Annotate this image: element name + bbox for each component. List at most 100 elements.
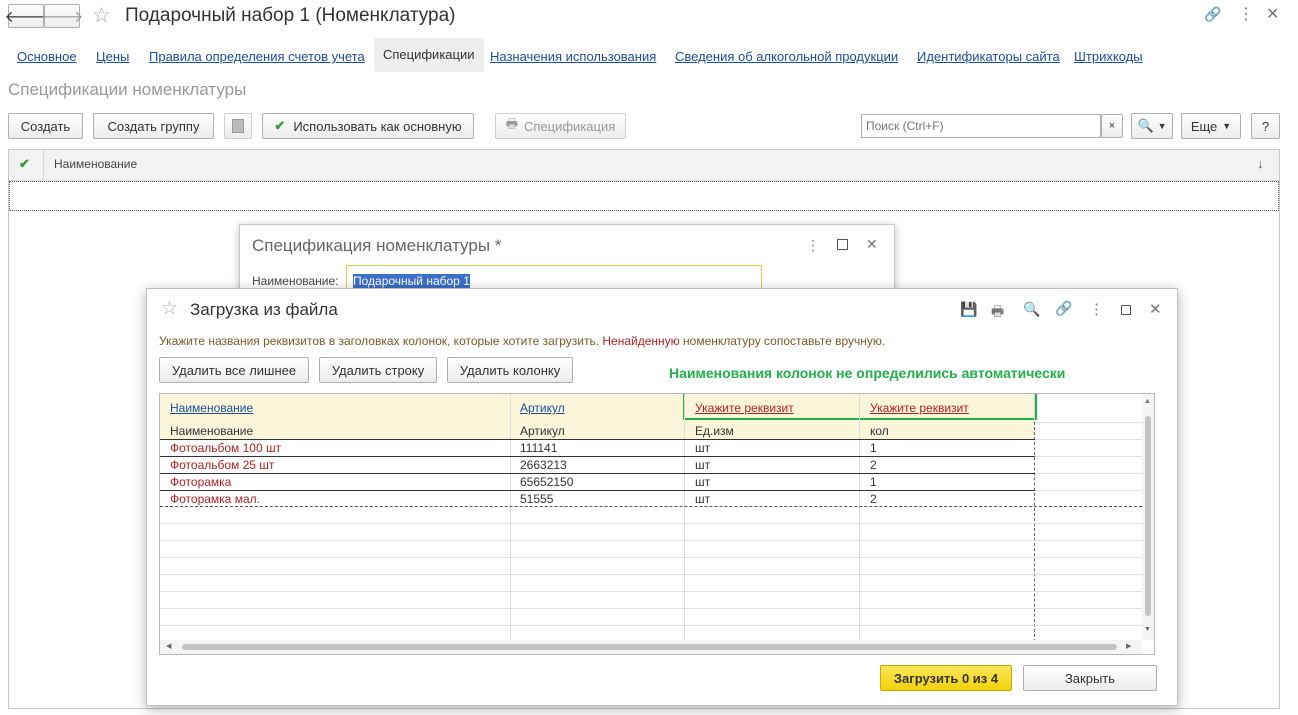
spec-name-label: Наименование: (252, 274, 339, 288)
grid-line (1035, 473, 1142, 474)
cell: Фоторамка (170, 475, 232, 489)
tab-accounting-rules[interactable]: Правила определения счетов учета (149, 44, 365, 70)
tab-barcodes[interactable]: Штрихкоды (1074, 44, 1143, 70)
maximize-icon[interactable] (1121, 305, 1131, 315)
cell: 1 (870, 441, 877, 455)
close-button[interactable]: Закрыть (1023, 665, 1157, 691)
link-icon[interactable]: 🔗 (1204, 6, 1221, 23)
hint-part2: номенклатуру сопоставьте вручную. (683, 334, 886, 348)
cell: 51555 (520, 492, 554, 506)
spec-dialog-title: Спецификация номенклатуры * (252, 236, 502, 255)
link-icon[interactable]: 🔗 (1055, 300, 1072, 317)
use-as-main-label: Использовать как основную (293, 118, 462, 134)
scroll-up-icon[interactable]: ▲ (1144, 398, 1151, 405)
header-divider (43, 150, 44, 180)
header-link-article[interactable]: Артикул (520, 401, 565, 415)
grid-line (160, 625, 1142, 626)
search-input[interactable] (861, 114, 1101, 138)
search-icon: 🔍 (1137, 118, 1154, 133)
cell: 65652150 (520, 475, 574, 489)
printer-icon[interactable]: 🖶 (991, 301, 1004, 325)
check-column-icon[interactable]: ✔ (19, 156, 30, 172)
close-icon[interactable]: ✕ (1266, 4, 1279, 24)
forward-button[interactable]: 🡒 (41, 4, 83, 28)
hint-part1: Укажите названия реквизитов в заголовках… (159, 334, 600, 348)
grid-line (1035, 490, 1142, 491)
empty-row[interactable] (9, 181, 1279, 211)
cell: Фотоальбом 25 шт (170, 458, 275, 472)
table-row[interactable]: Фотоальбом 25 шт 2663213 шт 2 (160, 456, 1035, 474)
load-button[interactable]: Загрузить 0 из 4 (880, 665, 1012, 691)
data-table[interactable]: Наименование Артикул Укажите реквизит Ук… (159, 393, 1155, 655)
more-label: Еще (1190, 118, 1218, 134)
printer-icon: 🖶 (505, 116, 518, 131)
check-icon: ✔ (274, 118, 286, 133)
help-button[interactable]: ? (1251, 113, 1280, 139)
column-name-header[interactable]: Наименование (54, 157, 137, 171)
scroll-thumb[interactable] (1145, 416, 1151, 616)
close-icon[interactable]: ✕ (1149, 300, 1162, 318)
cell: шт (695, 475, 711, 489)
sort-icon[interactable]: ↓ (1257, 156, 1264, 171)
load-dialog: ☆ Загрузка из файла 💾 🖶 🔍 🔗 ⋮ ✕ Укажите … (146, 288, 1178, 706)
grid-line (160, 591, 1142, 592)
tab-usage-purposes[interactable]: Назначения использования (490, 44, 656, 70)
grid-line (1035, 439, 1142, 440)
more-button[interactable]: Еще ▼ (1181, 113, 1241, 139)
save-icon[interactable]: 💾 (960, 301, 977, 318)
copy-button[interactable] (224, 113, 252, 139)
create-button[interactable]: Создать (8, 113, 83, 139)
list-header (9, 150, 1279, 181)
grid-line (160, 557, 1142, 558)
load-dialog-title: Загрузка из файла (190, 300, 338, 319)
tab-main[interactable]: Основное (17, 44, 77, 70)
grid-line (160, 574, 1142, 575)
cell: 1 (870, 475, 877, 489)
cell: 2 (870, 492, 877, 506)
more-vertical-icon[interactable]: ⋮ (806, 237, 820, 254)
more-vertical-icon[interactable]: ⋮ (1089, 300, 1104, 318)
scroll-down-icon[interactable]: ▼ (1144, 626, 1151, 633)
search-clear-button[interactable]: × (1101, 114, 1123, 138)
delete-row-button[interactable]: Удалить строку (319, 357, 437, 383)
cell: шт (695, 492, 711, 506)
more-vertical-icon[interactable]: ⋮ (1238, 4, 1254, 24)
cell: кол (870, 424, 889, 438)
favorite-star-icon[interactable]: ☆ (161, 297, 178, 320)
cell: 2663213 (520, 458, 567, 472)
delete-extra-button[interactable]: Удалить все лишнее (159, 357, 309, 383)
tab-specifications[interactable]: Спецификации (374, 38, 484, 72)
tab-alcohol-info[interactable]: Сведения об алкогольной продукции (675, 44, 898, 70)
window-title: Подарочный набор 1 (Номенклатура) (125, 5, 456, 26)
close-icon[interactable]: ✕ (866, 236, 878, 253)
scroll-left-icon[interactable]: ◀ (166, 642, 171, 650)
table-row[interactable]: Фоторамка мал. 51555 шт 2 (160, 490, 1035, 506)
back-button[interactable]: 🡐 (5, 4, 47, 28)
grid-line (160, 523, 1142, 524)
use-as-main-button[interactable]: ✔ Использовать как основную (262, 113, 474, 139)
preview-icon[interactable]: 🔍 (1023, 301, 1040, 318)
header-link-name[interactable]: Наименование (170, 401, 253, 415)
create-group-button[interactable]: Создать группу (93, 113, 214, 139)
cell: 2 (870, 458, 877, 472)
scroll-right-icon[interactable]: ▶ (1126, 642, 1131, 650)
delete-column-button[interactable]: Удалить колонку (447, 357, 573, 383)
grid-line (1035, 422, 1142, 423)
table-row[interactable]: Фотоальбом 100 шт 111141 шт 1 (160, 439, 1035, 457)
horizontal-scrollbar[interactable]: ◀ ▶ (160, 640, 1142, 654)
maximize-icon[interactable] (837, 239, 848, 250)
grid-line (160, 608, 1142, 609)
vertical-scrollbar[interactable]: ▲ ▼ (1142, 394, 1154, 640)
scroll-thumb-horizontal[interactable] (182, 644, 1117, 650)
tab-prices[interactable]: Цены (96, 44, 129, 70)
search-options-button[interactable]: 🔍 ▼ (1131, 113, 1173, 139)
table-row[interactable]: Наименование Артикул Ед.изм кол (160, 422, 1035, 440)
grid-line (1035, 456, 1142, 457)
table-row[interactable]: Фоторамка 65652150 шт 1 (160, 473, 1035, 491)
section-title: Спецификации номенклатуры (8, 80, 247, 99)
hint-text: Укажите названия реквизитов в заголовках… (159, 334, 885, 348)
tab-site-identifiers[interactable]: Идентификаторы сайта (917, 44, 1060, 70)
highlight-box (683, 394, 1037, 420)
favorite-star-icon[interactable]: ☆ (92, 3, 111, 28)
print-specification-button[interactable]: 🖶 Спецификация (495, 113, 626, 139)
